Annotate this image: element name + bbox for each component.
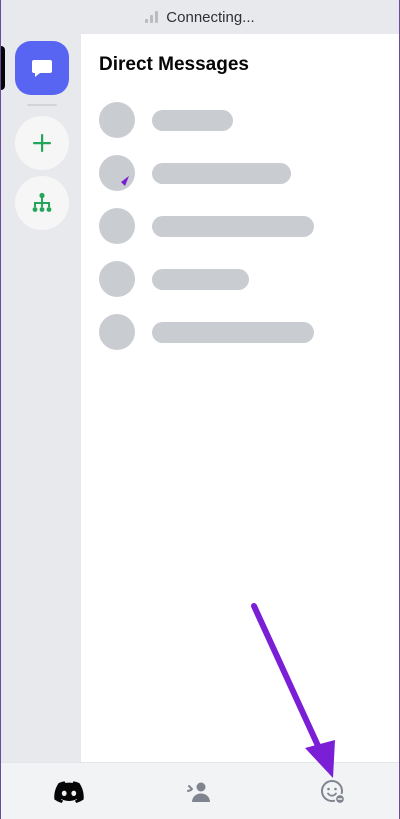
discord-logo-icon <box>54 781 84 803</box>
list-item-skeleton <box>99 102 359 138</box>
hierarchy-icon <box>32 192 52 212</box>
avatar-placeholder <box>99 261 135 297</box>
bottom-navigation <box>1 762 399 819</box>
text-placeholder <box>152 322 314 343</box>
list-item-skeleton <box>99 261 359 297</box>
server-rail <box>1 34 81 762</box>
direct-messages-panel: Direct Messages <box>81 34 391 762</box>
rail-separator <box>27 104 57 106</box>
discover-servers-button[interactable] <box>15 176 69 230</box>
avatar-placeholder <box>99 314 135 350</box>
text-placeholder <box>152 269 249 290</box>
plus-icon <box>33 134 51 152</box>
connection-status-bar: Connecting... <box>1 0 399 34</box>
add-server-button[interactable] <box>15 116 69 170</box>
text-placeholder <box>152 110 233 131</box>
tab-profile[interactable] <box>313 777 353 807</box>
avatar-placeholder <box>99 102 135 138</box>
tab-home[interactable] <box>49 777 89 807</box>
signal-icon <box>145 11 159 23</box>
app-window: Connecting... Direct Messages <box>0 0 400 819</box>
profile-smiley-icon <box>321 780 346 805</box>
avatar-placeholder <box>99 208 135 244</box>
text-placeholder <box>152 216 314 237</box>
list-item-skeleton <box>99 155 359 191</box>
page-title: Direct Messages <box>99 54 249 75</box>
list-item-skeleton <box>99 314 359 350</box>
avatar-placeholder <box>99 155 135 191</box>
active-indicator <box>1 46 5 90</box>
direct-messages-button[interactable] <box>15 41 69 95</box>
tab-friends[interactable] <box>179 777 219 807</box>
friends-wave-icon <box>187 782 210 802</box>
chat-bubble-icon <box>32 60 52 77</box>
text-placeholder <box>152 163 291 184</box>
connection-status-text: Connecting... <box>166 8 255 26</box>
list-item-skeleton <box>99 208 359 244</box>
